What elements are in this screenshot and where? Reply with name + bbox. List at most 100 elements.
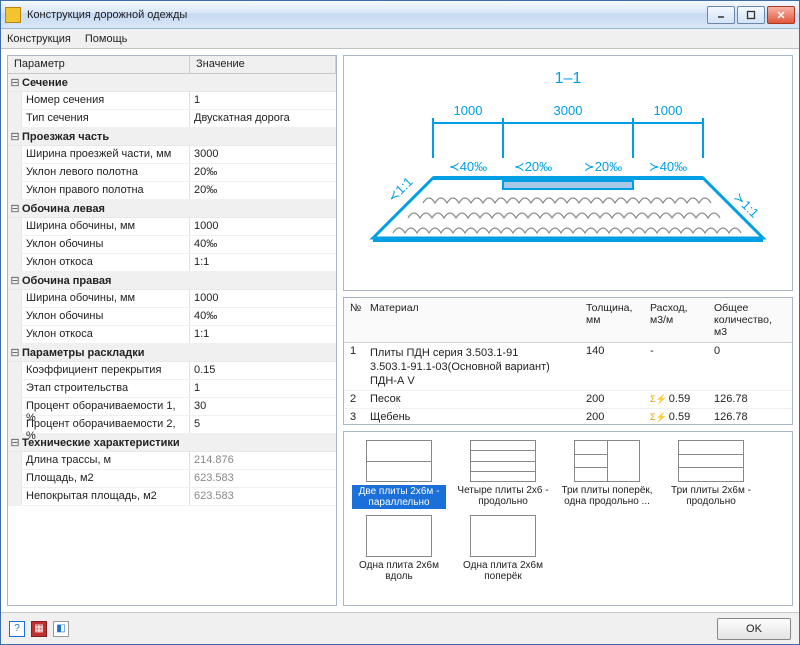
t-cell: 200	[580, 391, 644, 408]
layout-item[interactable]: Одна плита 2х6м поперёк	[456, 515, 550, 582]
maximize-button[interactable]	[737, 6, 765, 24]
row-label: Уклон откоса	[22, 326, 190, 343]
svg-text:1000: 1000	[654, 103, 683, 118]
layout-item[interactable]: Одна плита 2х6м вдоль	[352, 515, 446, 582]
close-button[interactable]	[767, 6, 795, 24]
row-value: 623.583	[190, 488, 336, 505]
row-value[interactable]: 1000	[190, 290, 336, 307]
collapse-icon[interactable]: ⊟	[8, 274, 22, 287]
tool-icon-1[interactable]: ▦	[31, 621, 47, 637]
propgrid-group[interactable]: ⊟Проезжая часть	[8, 128, 336, 146]
row-value[interactable]: Двускатная дорога	[190, 110, 336, 127]
collapse-icon[interactable]: ⊟	[8, 76, 22, 89]
propgrid-row[interactable]: Коэффициент перекрытия0.15	[8, 362, 336, 380]
propgrid-row[interactable]: Уклон обочины40‰	[8, 308, 336, 326]
row-value[interactable]: 30	[190, 398, 336, 415]
materials-header: № Материал Толщина, мм Расход, м3/м Обще…	[344, 298, 792, 343]
propgrid-row[interactable]: Этап строительства1	[8, 380, 336, 398]
propgrid-row[interactable]: Процент оборачиваемости 2, %5	[8, 416, 336, 434]
propgrid-row[interactable]: Уклон правого полотна20‰	[8, 182, 336, 200]
n-cell: 1	[344, 343, 364, 390]
collapse-icon[interactable]: ⊟	[8, 436, 22, 449]
propgrid-row[interactable]: Уклон левого полотна20‰	[8, 164, 336, 182]
material-row[interactable]: 2Песок200Σ⚡0.59126.78	[344, 391, 792, 409]
row-value[interactable]: 0.15	[190, 362, 336, 379]
layout-item[interactable]: Четыре плиты 2х6 - продольно	[456, 440, 550, 509]
propgrid-group[interactable]: ⊟Параметры раскладки	[8, 344, 336, 362]
group-label: Проезжая часть	[22, 131, 109, 143]
layout-thumb	[574, 440, 640, 482]
propgrid-row[interactable]: Номер сечения1	[8, 92, 336, 110]
col-material: Материал	[364, 298, 580, 342]
row-value: 623.583	[190, 470, 336, 487]
svg-text:≺40‰: ≺40‰	[449, 159, 487, 174]
row-value[interactable]: 20‰	[190, 164, 336, 181]
layout-label: Три плиты 2х6м - продольно	[664, 485, 758, 507]
row-label: Уклон правого полотна	[22, 182, 190, 199]
property-grid: Параметр Значение ⊟СечениеНомер сечения1…	[7, 55, 337, 606]
menu-construction[interactable]: Конструкция	[7, 33, 71, 45]
layout-label: Две плиты 2х6м - параллельно	[352, 485, 446, 509]
row-value[interactable]: 1	[190, 92, 336, 109]
row-value[interactable]: 1:1	[190, 254, 336, 271]
col-thickness: Толщина, мм	[580, 298, 644, 342]
tool-icon-2[interactable]: ◧	[53, 621, 69, 637]
propgrid-row[interactable]: Процент оборачиваемости 1, %30	[8, 398, 336, 416]
row-value[interactable]: 1	[190, 380, 336, 397]
col-param: Параметр	[8, 56, 190, 73]
right-panel: 1–1 1000 3000 1000 ≺40‰	[343, 55, 793, 606]
row-label: Ширина обочины, мм	[22, 218, 190, 235]
propgrid-row[interactable]: Площадь, м2623.583	[8, 470, 336, 488]
ok-button[interactable]: OK	[717, 618, 791, 640]
propgrid-body[interactable]: ⊟СечениеНомер сечения1Тип сеченияДвускат…	[8, 74, 336, 605]
materials-table: № Материал Толщина, мм Расход, м3/м Обще…	[343, 297, 793, 425]
layout-variants: Две плиты 2х6м - параллельно Четыре плиты…	[343, 431, 793, 606]
propgrid-group[interactable]: ⊟Обочина левая	[8, 200, 336, 218]
propgrid-row[interactable]: Уклон обочины40‰	[8, 236, 336, 254]
propgrid-row[interactable]: Ширина проезжей части, мм3000	[8, 146, 336, 164]
layout-item[interactable]: Три плиты поперёк, одна продольно ...	[560, 440, 654, 509]
propgrid-row[interactable]: Уклон откоса1:1	[8, 326, 336, 344]
row-label: Уклон обочины	[22, 308, 190, 325]
row-value[interactable]: 3000	[190, 146, 336, 163]
collapse-icon[interactable]: ⊟	[8, 202, 22, 215]
layout-label: Одна плита 2х6м вдоль	[352, 560, 446, 582]
layout-label: Одна плита 2х6м поперёк	[456, 560, 550, 582]
material-row[interactable]: 3Щебень200Σ⚡0.59126.78	[344, 409, 792, 424]
propgrid-group[interactable]: ⊟Обочина правая	[8, 272, 336, 290]
propgrid-row[interactable]: Длина трассы, м214.876	[8, 452, 336, 470]
row-value[interactable]: 1000	[190, 218, 336, 235]
row-value[interactable]: 1:1	[190, 326, 336, 343]
material-row[interactable]: 1Плиты ПДН серия 3.503.1-913.503.1-91.1-…	[344, 343, 792, 391]
row-value[interactable]: 40‰	[190, 308, 336, 325]
menu-help[interactable]: Помощь	[85, 33, 128, 45]
group-label: Сечение	[22, 77, 68, 89]
main-window: Конструкция дорожной одежды Конструкция …	[0, 0, 800, 645]
col-qty: Общее количество, м3	[708, 298, 792, 342]
propgrid-row[interactable]: Непокрытая площадь, м2623.583	[8, 488, 336, 506]
row-value[interactable]: 5	[190, 416, 336, 433]
row-label: Процент оборачиваемости 1, %	[22, 398, 190, 415]
propgrid-group[interactable]: ⊟Технические характеристики	[8, 434, 336, 452]
propgrid-row[interactable]: Уклон откоса1:1	[8, 254, 336, 272]
help-icon[interactable]: ?	[9, 621, 25, 637]
propgrid-group[interactable]: ⊟Сечение	[8, 74, 336, 92]
layout-label: Три плиты поперёк, одна продольно ...	[560, 485, 654, 507]
collapse-icon[interactable]: ⊟	[8, 130, 22, 143]
minimize-button[interactable]	[707, 6, 735, 24]
propgrid-row[interactable]: Ширина обочины, мм1000	[8, 290, 336, 308]
layout-thumb	[678, 440, 744, 482]
svg-text:≻1:1: ≻1:1	[731, 190, 762, 221]
layout-item[interactable]: Две плиты 2х6м - параллельно	[352, 440, 446, 509]
svg-text:1000: 1000	[454, 103, 483, 118]
row-value[interactable]: 40‰	[190, 236, 336, 253]
collapse-icon[interactable]: ⊟	[8, 346, 22, 359]
titlebar[interactable]: Конструкция дорожной одежды	[1, 1, 799, 29]
materials-body[interactable]: 1Плиты ПДН серия 3.503.1-913.503.1-91.1-…	[344, 343, 792, 424]
row-value[interactable]: 20‰	[190, 182, 336, 199]
layout-item[interactable]: Три плиты 2х6м - продольно	[664, 440, 758, 509]
propgrid-row[interactable]: Ширина обочины, мм1000	[8, 218, 336, 236]
footer: ? ▦ ◧ OK	[1, 612, 799, 644]
t-cell: 140	[580, 343, 644, 390]
propgrid-row[interactable]: Тип сеченияДвускатная дорога	[8, 110, 336, 128]
